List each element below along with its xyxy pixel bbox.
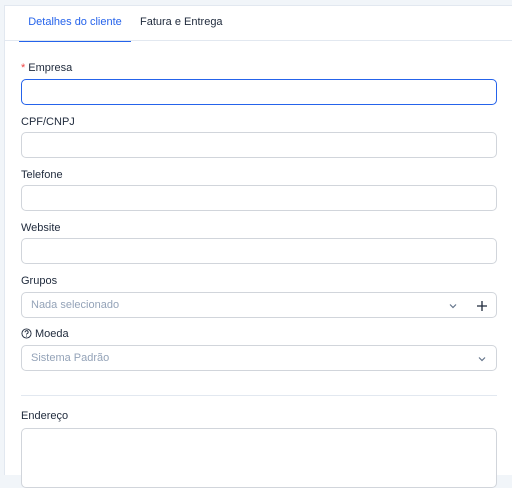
- client-form-card: Detalhes do cliente Fatura e Entrega * Em…: [4, 5, 512, 488]
- chevron-down-icon: [449, 304, 457, 309]
- grupos-select[interactable]: Nada selecionado: [21, 292, 468, 318]
- tab-bar: Detalhes do cliente Fatura e Entrega: [5, 6, 512, 42]
- plus-icon: [477, 301, 487, 311]
- website-label: Website: [21, 222, 61, 234]
- telefone-input[interactable]: [21, 185, 497, 211]
- section-divider: [21, 395, 497, 396]
- endereco-label: Endereço: [21, 410, 69, 422]
- moeda-label-text: Moeda: [35, 328, 69, 340]
- cpf-cnpj-input[interactable]: [21, 132, 497, 158]
- tab-invoice-delivery[interactable]: Fatura e Entrega: [140, 6, 223, 41]
- empresa-input[interactable]: [21, 79, 497, 105]
- chevron-down-icon: [478, 357, 486, 362]
- moeda-select[interactable]: Sistema Padrão: [21, 345, 497, 371]
- website-input[interactable]: [21, 238, 497, 264]
- required-mark: *: [21, 62, 26, 74]
- telefone-label: Telefone: [21, 169, 63, 181]
- grupos-label: Grupos: [21, 275, 58, 287]
- moeda-selected-value: Sistema Padrão: [31, 352, 110, 364]
- endereco-textarea[interactable]: [21, 428, 497, 488]
- grupos-selected-value: Nada selecionado: [31, 299, 120, 311]
- moeda-label: Moeda: [21, 328, 69, 340]
- tab-client-details[interactable]: Detalhes do cliente: [19, 6, 131, 42]
- empresa-label-text: Empresa: [28, 62, 73, 74]
- add-group-button[interactable]: [467, 292, 497, 318]
- cpf-cnpj-label: CPF/CNPJ: [21, 116, 75, 128]
- question-circle-icon: [21, 328, 32, 339]
- empresa-label: * Empresa: [21, 62, 72, 74]
